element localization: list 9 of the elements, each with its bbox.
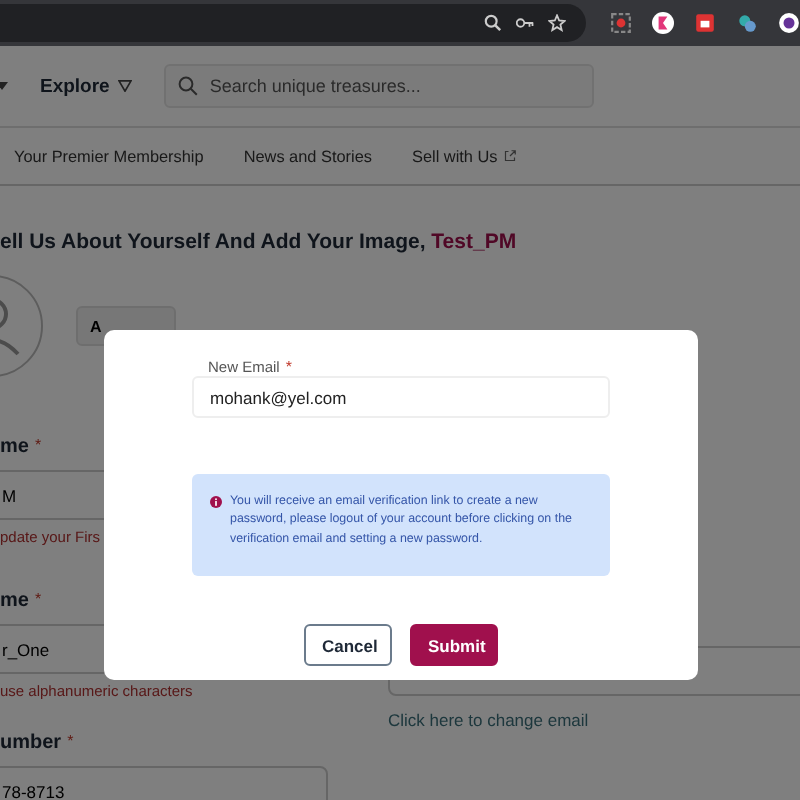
required-mark: * — [34, 590, 42, 608]
required-mark: * — [34, 436, 42, 454]
section-heading: ell Us About Yourself And Add Your Image, — [0, 230, 428, 254]
field-label: me — [0, 436, 29, 458]
required-mark: * — [285, 358, 292, 376]
field-label: umber — [0, 732, 62, 754]
field-label: me — [0, 590, 29, 612]
user-name: Test_PM — [431, 230, 517, 254]
required-mark: * — [67, 732, 74, 750]
